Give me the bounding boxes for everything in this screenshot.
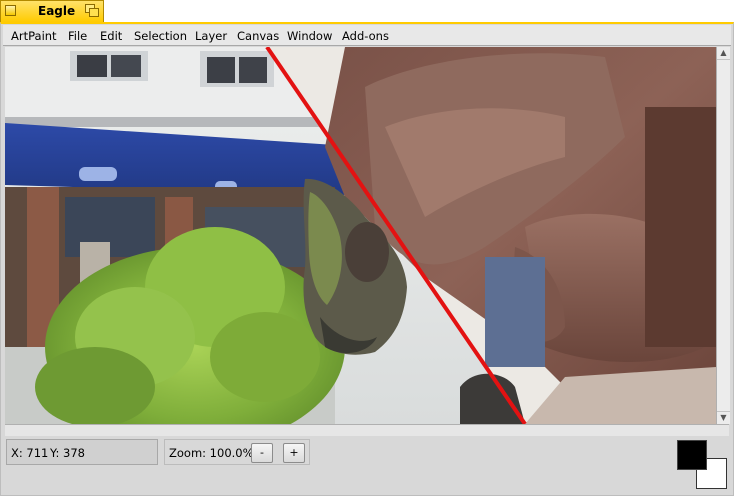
close-icon[interactable] <box>5 5 16 16</box>
menu-bar: ArtPaint File Edit Selection Layer Canva… <box>3 25 731 46</box>
menu-edit[interactable]: Edit <box>100 29 122 43</box>
zoom-out-button[interactable]: - <box>251 443 273 463</box>
foreground-color-swatch[interactable] <box>677 440 707 470</box>
menu-artpaint[interactable]: ArtPaint <box>11 29 57 43</box>
scroll-up-arrow-icon[interactable]: ▲ <box>717 47 730 60</box>
x-coordinate: X: 711 <box>11 446 49 460</box>
status-bar: X: 711 Y: 378 Zoom: 100.0% - + <box>3 436 731 492</box>
y-coordinate: Y: 378 <box>50 446 85 460</box>
scroll-down-arrow-icon[interactable]: ▼ <box>717 411 730 424</box>
zoom-level: Zoom: 100.0% <box>169 446 254 460</box>
menu-add-ons[interactable]: Add-ons <box>342 29 389 43</box>
vertical-scrollbar[interactable]: ▲ ▼ <box>716 47 730 424</box>
zoom-control: Zoom: 100.0% - + <box>164 439 310 465</box>
menu-window[interactable]: Window <box>287 29 332 43</box>
menu-file[interactable]: File <box>68 29 87 43</box>
menu-selection[interactable]: Selection <box>134 29 187 43</box>
menu-layer[interactable]: Layer <box>195 29 227 43</box>
zoom-window-icon[interactable] <box>85 4 99 17</box>
window-tab[interactable]: Eagle <box>0 0 104 22</box>
window-title: Eagle <box>38 4 76 18</box>
zoom-in-button[interactable]: + <box>283 443 305 463</box>
canvas-image <box>5 47 716 424</box>
coordinate-readout: X: 711 Y: 378 <box>6 439 158 465</box>
menu-canvas[interactable]: Canvas <box>237 29 279 43</box>
image-canvas[interactable] <box>5 47 716 424</box>
